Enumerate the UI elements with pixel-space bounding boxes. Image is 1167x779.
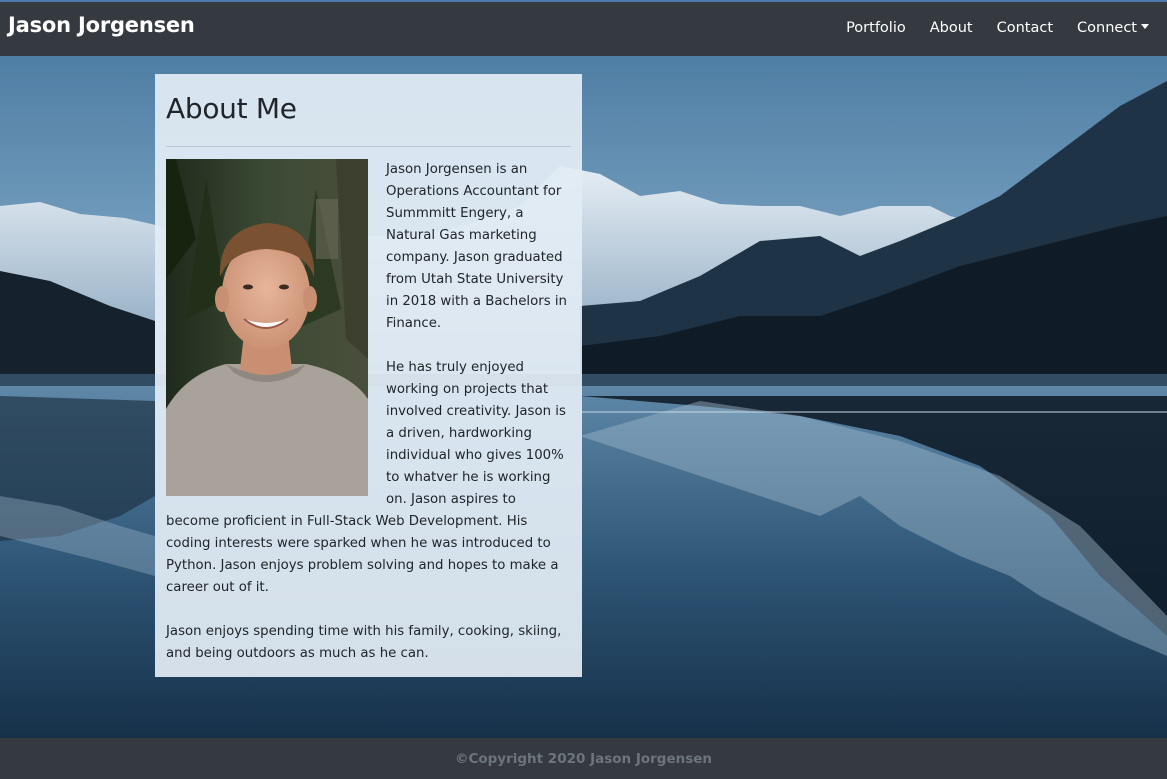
nav-dropdown-connect[interactable]: Connect	[1077, 20, 1149, 36]
nav-link-portfolio[interactable]: Portfolio	[846, 20, 906, 36]
navbar: Jason Jorgensen Portfolio About Contact …	[0, 0, 1167, 56]
copyright-text: ©Copyright 2020 Jason Jorgensen	[454, 751, 713, 767]
nav-links: Portfolio About Contact Connect	[822, 20, 1149, 36]
brand-link[interactable]: Jason Jorgensen	[8, 13, 195, 37]
profile-photo	[166, 159, 368, 496]
nav-dropdown-connect-label: Connect	[1077, 20, 1137, 36]
divider	[166, 146, 571, 147]
nav-link-contact[interactable]: Contact	[997, 20, 1053, 36]
about-card: About Me Jason Jorgensen is an Operation…	[155, 74, 582, 677]
about-content: Jason Jorgensen is an Operations Account…	[166, 159, 573, 665]
about-paragraph-3: Jason enjoys spending time with his fami…	[166, 624, 562, 661]
footer: ©Copyright 2020 Jason Jorgensen	[0, 738, 1167, 779]
nav-link-about[interactable]: About	[930, 20, 973, 36]
caret-down-icon	[1141, 24, 1149, 29]
about-heading: About Me	[166, 92, 297, 125]
